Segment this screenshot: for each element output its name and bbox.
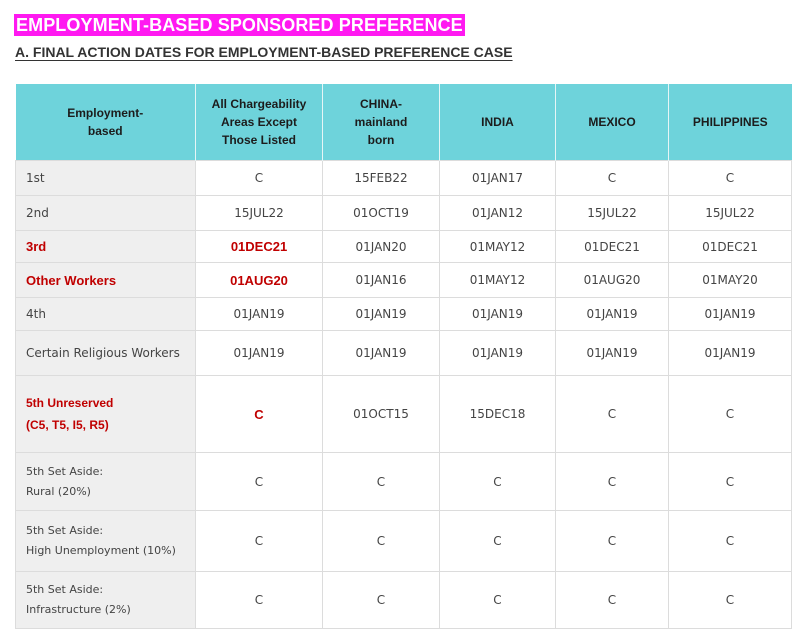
cell-all: C (195, 160, 323, 196)
cell-all: C (195, 571, 323, 629)
cell-india: C (439, 571, 556, 629)
cell-india: 01JAN12 (439, 195, 556, 231)
cell-all: 15JUL22 (195, 195, 323, 231)
cell-all: 01JAN19 (195, 297, 323, 331)
cell-india: 01JAN19 (439, 330, 556, 376)
table-subtitle: A. FINAL ACTION DATES FOR EMPLOYMENT-BAS… (15, 44, 513, 60)
cell-mexico: C (555, 452, 669, 511)
cell-philippines: C (668, 452, 792, 511)
row-label: 5th Unreserved (C5, T5, I5, R5) (15, 375, 196, 453)
table-row: Other Workers 01AUG20 01JAN16 01MAY12 01… (15, 262, 792, 298)
cell-mexico: C (555, 510, 669, 572)
cell-philippines: 01DEC21 (668, 230, 792, 263)
table-row: 5th Set Aside: High Unemployment (10%) C… (15, 510, 792, 572)
cell-india: 01MAY12 (439, 230, 556, 263)
table-row: 2nd 15JUL22 01OCT19 01JAN12 15JUL22 15JU… (15, 195, 792, 231)
table-header-row: Employment- based All Chargeability Area… (15, 84, 792, 161)
cell-mexico: C (555, 571, 669, 629)
final-action-dates-table: Employment- based All Chargeability Area… (15, 84, 792, 629)
header-philippines: PHILIPPINES (668, 84, 792, 161)
cell-all: 01AUG20 (195, 262, 323, 298)
row-label: Other Workers (15, 262, 196, 298)
cell-india: 01JAN19 (439, 297, 556, 331)
cell-india: 15DEC18 (439, 375, 556, 453)
cell-china: 01JAN20 (322, 230, 440, 263)
cell-china: 01OCT19 (322, 195, 440, 231)
table-row: 4th 01JAN19 01JAN19 01JAN19 01JAN19 01JA… (15, 297, 792, 331)
table-row: 5th Unreserved (C5, T5, I5, R5) C 01OCT1… (15, 375, 792, 453)
cell-china: 01OCT15 (322, 375, 440, 453)
cell-all: C (195, 452, 323, 511)
cell-mexico: C (555, 160, 669, 196)
header-all-chargeability: All Chargeability Areas Except Those Lis… (195, 84, 323, 161)
cell-philippines: 01JAN19 (668, 330, 792, 376)
row-label: 4th (15, 297, 196, 331)
cell-philippines: 15JUL22 (668, 195, 792, 231)
cell-philippines: C (668, 510, 792, 572)
cell-mexico: 01DEC21 (555, 230, 669, 263)
row-label: 3rd (15, 230, 196, 263)
table-row: 5th Set Aside: Rural (20%) C C C C C (15, 452, 792, 511)
row-label: 2nd (15, 195, 196, 231)
cell-china: 01JAN16 (322, 262, 440, 298)
cell-china: 01JAN19 (322, 330, 440, 376)
cell-all: 01JAN19 (195, 330, 323, 376)
cell-india: 01JAN17 (439, 160, 556, 196)
cell-india: 01MAY12 (439, 262, 556, 298)
cell-philippines: C (668, 160, 792, 196)
cell-india: C (439, 510, 556, 572)
table-row: 1st C 15FEB22 01JAN17 C C (15, 160, 792, 196)
row-label: Certain Religious Workers (15, 330, 196, 376)
row-label: 1st (15, 160, 196, 196)
cell-mexico: 15JUL22 (555, 195, 669, 231)
cell-philippines: C (668, 571, 792, 629)
cell-all: 01DEC21 (195, 230, 323, 263)
table-row: Certain Religious Workers 01JAN19 01JAN1… (15, 330, 792, 376)
cell-mexico: 01JAN19 (555, 330, 669, 376)
cell-philippines: 01JAN19 (668, 297, 792, 331)
cell-china: C (322, 452, 440, 511)
cell-philippines: 01MAY20 (668, 262, 792, 298)
cell-india: C (439, 452, 556, 511)
cell-china: C (322, 571, 440, 629)
cell-mexico: 01AUG20 (555, 262, 669, 298)
header-mexico: MEXICO (555, 84, 669, 161)
header-china: CHINA- mainland born (322, 84, 440, 161)
row-label: 5th Set Aside: Rural (20%) (15, 452, 196, 511)
cell-all: C (195, 375, 323, 453)
header-category: Employment- based (15, 84, 196, 161)
table-row: 5th Set Aside: Infrastructure (2%) C C C… (15, 571, 792, 629)
header-india: INDIA (439, 84, 556, 161)
cell-philippines: C (668, 375, 792, 453)
cell-all: C (195, 510, 323, 572)
table-row: 3rd 01DEC21 01JAN20 01MAY12 01DEC21 01DE… (15, 230, 792, 263)
section-banner: EMPLOYMENT-BASED SPONSORED PREFERENCE (14, 14, 465, 36)
cell-mexico: 01JAN19 (555, 297, 669, 331)
cell-mexico: C (555, 375, 669, 453)
cell-china: C (322, 510, 440, 572)
cell-china: 01JAN19 (322, 297, 440, 331)
row-label: 5th Set Aside: High Unemployment (10%) (15, 510, 196, 572)
cell-china: 15FEB22 (322, 160, 440, 196)
row-label: 5th Set Aside: Infrastructure (2%) (15, 571, 196, 629)
